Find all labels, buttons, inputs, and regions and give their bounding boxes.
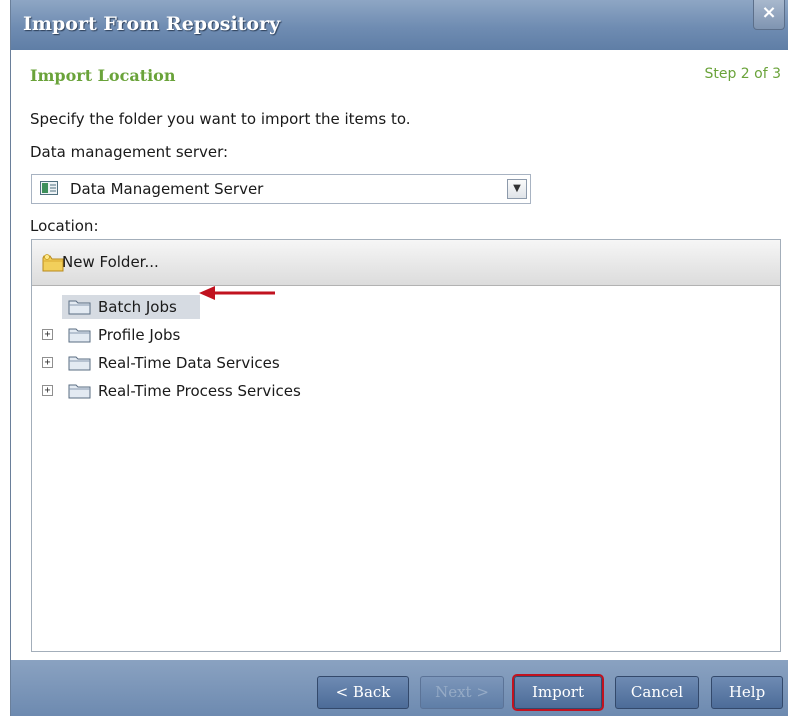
location-tree-panel: New Folder... Batch Jobs + Profile Jobs (31, 239, 781, 652)
expand-icon[interactable]: + (42, 357, 53, 368)
new-folder-label: New Folder... (62, 253, 159, 271)
chevron-down-icon[interactable]: ▼ (507, 179, 527, 199)
import-button[interactable]: Import (514, 676, 602, 709)
tree-item-label: Real-Time Process Services (98, 382, 301, 400)
dialog-footer: < Back Next > Import Cancel Help (11, 660, 788, 716)
import-dialog: Import From Repository × Import Location… (10, 0, 788, 716)
server-icon (40, 181, 58, 195)
step-indicator: Step 2 of 3 (704, 66, 781, 82)
server-label: Data management server: (30, 143, 229, 161)
tree-item-label: Batch Jobs (98, 298, 177, 316)
expand-icon[interactable]: + (42, 329, 53, 340)
annotation-arrow-icon (199, 286, 275, 300)
tree-item-profile-jobs[interactable]: + Profile Jobs (42, 323, 242, 347)
instructions-text: Specify the folder you want to import th… (30, 110, 411, 128)
folder-icon (68, 384, 91, 399)
server-select-value: Data Management Server (70, 180, 264, 198)
tree-item-label: Profile Jobs (98, 326, 181, 344)
tree-item-real-time-data-services[interactable]: + Real-Time Data Services (42, 351, 342, 375)
folder-icon (68, 356, 91, 371)
close-button[interactable]: × (753, 0, 785, 30)
help-button[interactable]: Help (711, 676, 783, 709)
folder-icon (68, 300, 91, 315)
location-label: Location: (30, 217, 99, 235)
back-button[interactable]: < Back (317, 676, 409, 709)
section-title: Import Location (30, 66, 176, 85)
tree-item-label: Real-Time Data Services (98, 354, 280, 372)
folder-icon (68, 328, 91, 343)
tree-item-batch-jobs[interactable]: Batch Jobs (42, 295, 212, 319)
tree-toolbar: New Folder... (32, 240, 780, 286)
cancel-button[interactable]: Cancel (615, 676, 699, 709)
close-icon: × (761, 2, 777, 23)
expand-icon[interactable]: + (42, 385, 53, 396)
tree-item-real-time-process-services[interactable]: + Real-Time Process Services (42, 379, 362, 403)
dialog-title: Import From Repository (23, 13, 281, 35)
title-bar: Import From Repository × (11, 0, 788, 50)
dialog-content: Import Location Step 2 of 3 Specify the … (11, 50, 788, 660)
server-select[interactable]: Data Management Server ▼ (31, 174, 531, 204)
next-button[interactable]: Next > (420, 676, 504, 709)
